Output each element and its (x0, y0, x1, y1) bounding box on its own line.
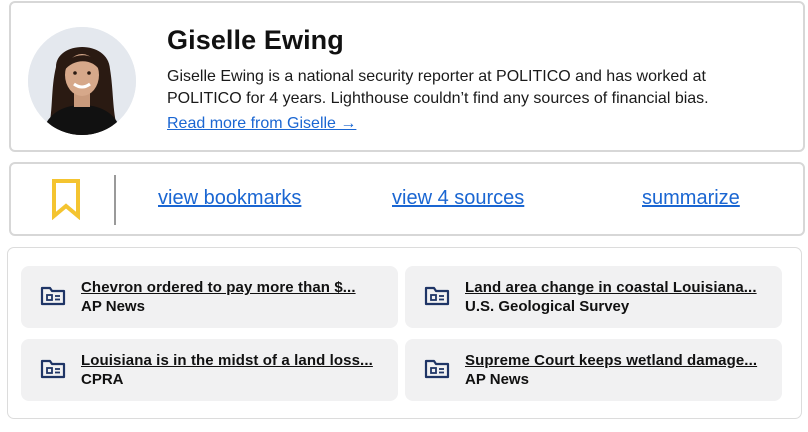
view-bookmarks-link[interactable]: view bookmarks (158, 187, 301, 210)
source-title[interactable]: Louisiana is in the midst of a land loss… (81, 352, 373, 369)
folder-id-icon (424, 359, 450, 379)
author-bio: Giselle Ewing is a national security rep… (167, 68, 709, 107)
source-item[interactable]: Louisiana is in the midst of a land loss… (21, 339, 398, 401)
source-title[interactable]: Supreme Court keeps wetland damage... (465, 352, 757, 369)
summarize-link[interactable]: summarize (642, 187, 740, 210)
folder-id-icon (424, 286, 450, 306)
action-bar: view bookmarks view 4 sources summarize (9, 162, 805, 236)
view-sources-link[interactable]: view 4 sources (392, 187, 524, 210)
source-outlet: AP News (81, 298, 145, 315)
source-item[interactable]: Land area change in coastal Louisiana...… (405, 266, 782, 328)
folder-id-icon (40, 359, 66, 379)
source-title[interactable]: Chevron ordered to pay more than $... (81, 279, 356, 296)
divider (114, 175, 116, 225)
source-item[interactable]: Chevron ordered to pay more than $... AP… (21, 266, 398, 328)
bookmark-icon[interactable] (51, 178, 81, 220)
source-title[interactable]: Land area change in coastal Louisiana... (465, 279, 757, 296)
author-avatar (28, 27, 136, 135)
author-card: Giselle Ewing Giselle Ewing is a nationa… (9, 1, 805, 152)
source-outlet: U.S. Geological Survey (465, 298, 630, 315)
sources-panel: Chevron ordered to pay more than $... AP… (7, 247, 802, 419)
folder-id-icon (40, 286, 66, 306)
person-photo-icon (28, 27, 136, 135)
author-name: Giselle Ewing (167, 25, 344, 55)
source-outlet: CPRA (81, 371, 124, 388)
read-more-link[interactable]: Read more from Giselle → (167, 115, 356, 133)
source-outlet: AP News (465, 371, 529, 388)
source-item[interactable]: Supreme Court keeps wetland damage... AP… (405, 339, 782, 401)
